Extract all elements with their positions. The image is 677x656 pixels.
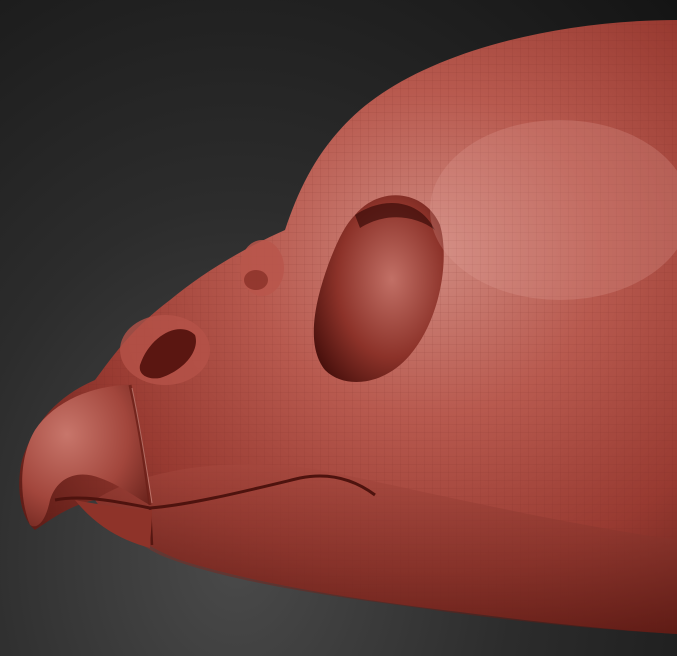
sculpt-viewport[interactable] bbox=[0, 0, 677, 656]
clay-sculpt-render bbox=[19, 20, 677, 634]
